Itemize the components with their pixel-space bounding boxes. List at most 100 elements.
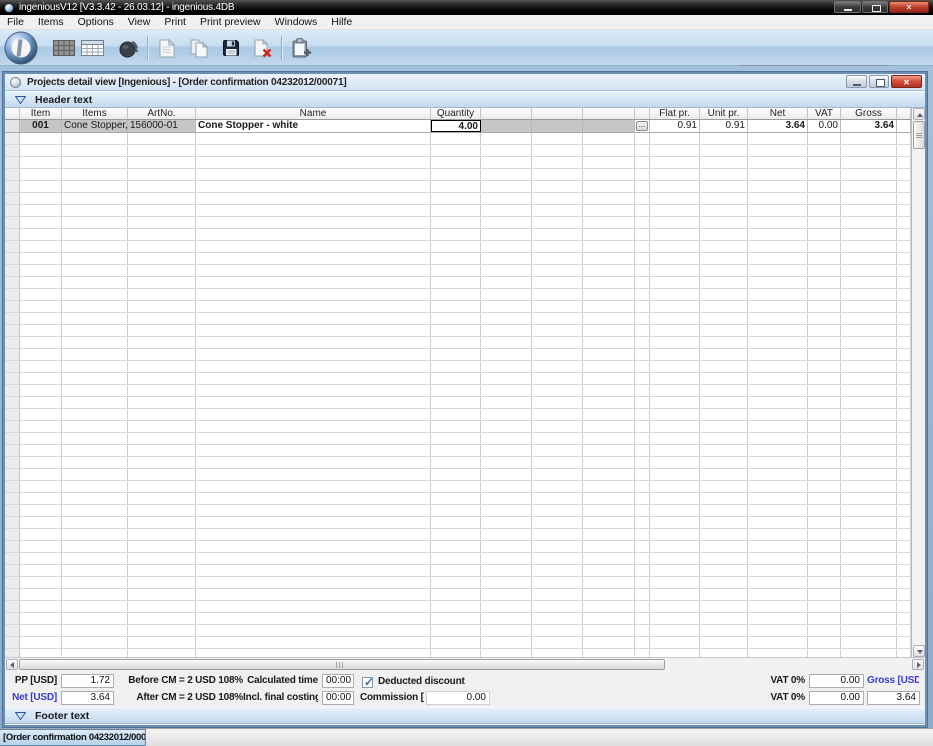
cell-empty[interactable] [532,120,583,132]
delete-document-icon [254,38,271,57]
taskbar-item-active[interactable]: [Order confirmation 04232012/00071] [0,729,146,746]
thumb-grip-icon [916,133,922,138]
collapse-triangle-icon[interactable] [15,711,26,720]
cell-name[interactable]: Cone Stopper - white [196,120,431,132]
calculated-time-field[interactable]: 00:00 [322,674,354,688]
cell-items[interactable]: Cone Stopper, w [62,120,128,132]
col-header-empty[interactable] [532,108,583,119]
col-header-empty[interactable] [583,108,635,119]
gross-total-field[interactable]: 3.64 [867,691,920,705]
grid-column [700,108,748,657]
pp-label: PP [USD] [14,675,57,686]
projects-detail-window: Projects detail view [Ingenious] - [Orde… [3,72,927,727]
horizontal-scrollbar[interactable] [5,657,925,670]
cell-empty[interactable] [481,120,532,132]
col-header-empty[interactable] [481,108,532,119]
maximize-button[interactable] [862,1,888,13]
deducted-discount-label: Deducted discount [378,676,465,687]
ingenious-logo-button[interactable] [2,30,40,66]
grid-column [128,108,196,657]
cell-quantity-editing[interactable]: 4.00 [431,120,481,132]
menu-hilfe[interactable]: Hilfe [324,15,359,30]
copy-button[interactable] [185,33,213,63]
col-header-gross[interactable]: Gross [841,108,897,119]
horizontal-scroll-thumb[interactable] [19,659,665,670]
doc-close-button[interactable] [891,75,922,88]
footer-text-label: Footer text [35,709,90,722]
menu-print[interactable]: Print [157,15,193,30]
table-header-row: Item Items ArtNo. Name Quantity Flat pr.… [5,108,911,120]
grid-column [808,108,841,657]
col-header-quantity[interactable]: Quantity [431,108,481,119]
menu-items[interactable]: Items [31,15,71,30]
table-icon [80,40,104,56]
col-header-item[interactable]: Item [20,108,62,119]
minimize-button[interactable] [834,1,861,13]
grid-column [841,108,897,657]
col-header-items[interactable]: Items [62,108,128,119]
row-gutter[interactable] [5,120,20,132]
application-window: ingeniousV12 [V3.3.42 - 26.03.12] - inge… [0,0,933,746]
doc-minimize-button[interactable] [846,75,867,88]
collapse-triangle-icon[interactable] [15,95,26,104]
table-view-button[interactable] [78,33,106,63]
col-header-artno[interactable]: ArtNo. [128,108,196,119]
new-document-button[interactable] [153,33,181,63]
menu-options[interactable]: Options [71,15,121,30]
col-header-unit-price[interactable]: Unit pr. [700,108,748,119]
col-header-more[interactable] [635,108,650,119]
menu-file[interactable]: File [0,15,31,30]
scroll-down-button[interactable] [913,645,925,657]
col-header-vat[interactable]: VAT [808,108,841,119]
cell-unit-price[interactable]: 0.91 [700,120,748,132]
menu-print-preview[interactable]: Print preview [193,15,268,30]
grid-column [196,108,431,657]
vertical-scrollbar[interactable] [911,108,925,657]
ingenious-logo-icon [4,31,38,65]
clipboard-add-button[interactable] [288,33,316,63]
scroll-right-button[interactable] [912,659,924,670]
cell-more: ... [635,120,650,132]
document-titlebar[interactable]: Projects detail view [Ingenious] - [Orde… [5,74,925,91]
menu-view[interactable]: View [121,15,158,30]
grid-view-button[interactable] [50,33,78,63]
left-arrow-icon [10,662,14,668]
col-header-name[interactable]: Name [196,108,431,119]
cell-gross[interactable]: 3.64 [841,120,897,132]
close-button[interactable] [889,1,929,13]
cell-empty[interactable] [583,120,635,132]
save-button[interactable] [217,33,245,63]
pp-field[interactable]: 1.72 [61,674,114,688]
header-text-section-bar[interactable]: Header text [5,91,925,108]
delete-document-button[interactable] [249,33,277,63]
deducted-discount-checkbox[interactable] [362,675,374,689]
cell-flat-price[interactable]: 0.91 [650,120,700,132]
scroll-up-button[interactable] [913,108,925,120]
commission-field[interactable]: 0.00 [426,691,490,705]
vat-row2-field[interactable]: 0.00 [809,691,864,705]
document-window-icon [10,76,21,88]
calculated-time-label: Calculated time [247,675,318,686]
vertical-scroll-thumb[interactable] [913,121,925,149]
cell-artno[interactable]: 156000-01 [128,120,196,132]
col-header-net[interactable]: Net [748,108,808,119]
footer-text-section-bar[interactable]: Footer text [5,707,925,724]
grid-column [431,108,481,657]
cell-net[interactable]: 3.64 [748,120,808,132]
net-field[interactable]: 3.64 [61,691,114,705]
doc-restore-button[interactable] [869,75,889,88]
more-options-button[interactable]: ... [636,121,648,131]
new-document-icon [159,38,175,57]
save-floppy-icon [223,40,239,56]
header-gutter [5,108,20,119]
col-header-flat-price[interactable]: Flat pr. [650,108,700,119]
menu-windows[interactable]: Windows [268,15,325,30]
cell-item[interactable]: 001 [20,120,62,132]
scroll-left-button[interactable] [6,659,18,670]
incl-final-costing-field[interactable]: 00:00 [322,691,354,705]
cell-vat[interactable]: 0.00 [808,120,841,132]
vat-row1-field[interactable]: 0.00 [809,674,864,688]
sync-button[interactable] [115,33,143,63]
table-row[interactable]: 001 Cone Stopper, w 156000-01 Cone Stopp… [5,120,911,133]
toolbar-separator [281,36,282,60]
